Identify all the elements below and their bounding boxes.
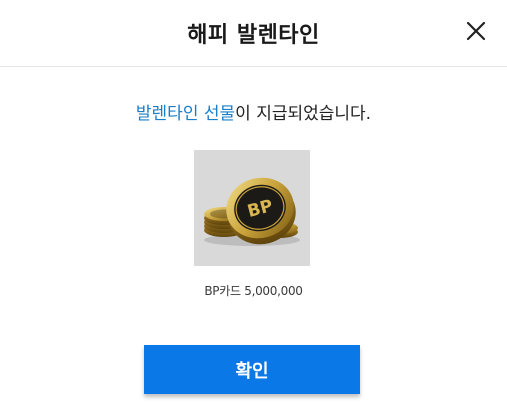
reward-item-image: BP: [194, 150, 310, 266]
close-icon: [466, 21, 486, 41]
close-button[interactable]: [464, 19, 488, 43]
dialog-header: 해피 발렌타인: [0, 0, 507, 67]
reward-message: 발렌타인 선물이 지급되었습니다.: [0, 99, 507, 124]
reward-item-name: BP카드 5,000,000: [204, 284, 303, 298]
bp-coins-icon: BP: [204, 177, 300, 246]
reward-message-highlight: 발렌타인 선물: [135, 104, 236, 124]
dialog-title: 해피 발렌타인: [187, 23, 320, 48]
confirm-button[interactable]: 확인: [144, 345, 360, 394]
reward-dialog: 해피 발렌타인 발렌타인 선물이 지급되었습니다. BP BP카드 5,000,…: [0, 0, 507, 404]
reward-message-text: 이 지급되었습니다.: [235, 104, 372, 124]
